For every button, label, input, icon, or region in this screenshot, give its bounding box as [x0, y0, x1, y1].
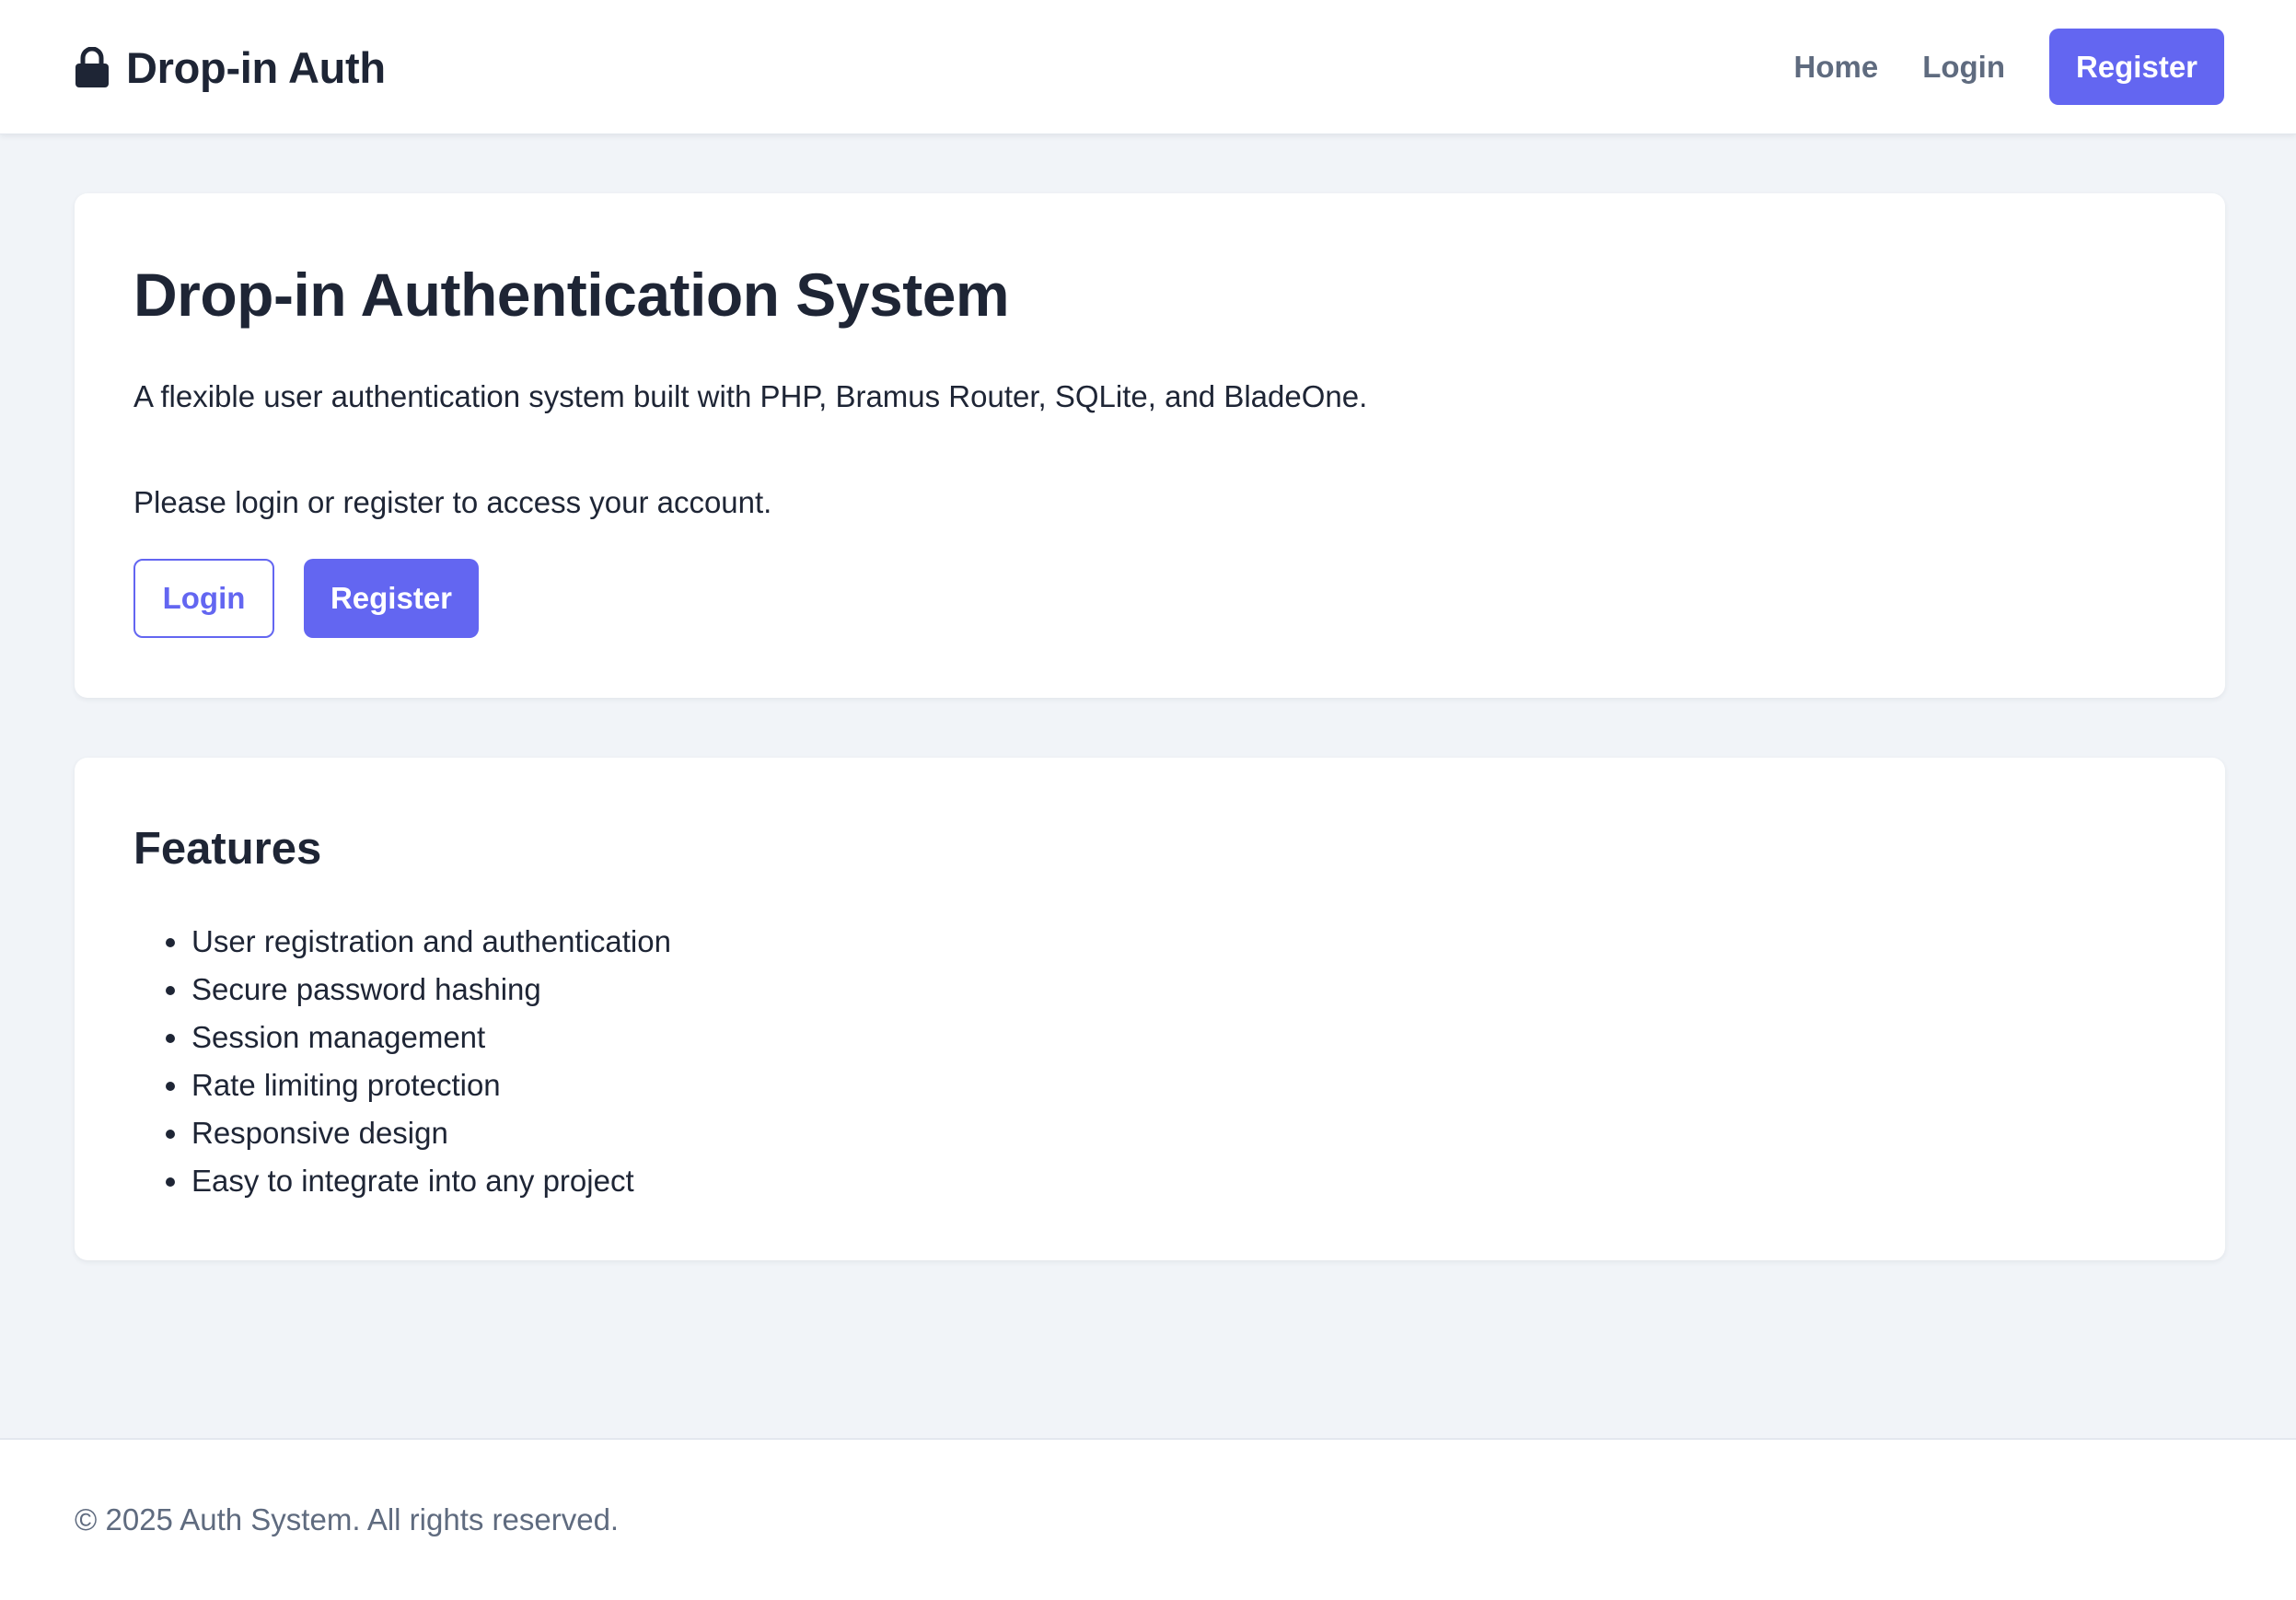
hero-description: A flexible user authentication system bu… [133, 379, 1368, 413]
page-title: Drop-in Authentication System [133, 261, 1010, 329]
feature-label: Secure password hashing [191, 972, 541, 1006]
register-button[interactable]: Register [304, 559, 479, 638]
feature-label: Responsive design [191, 1116, 448, 1150]
footer-copyright: © 2025 Auth System. All rights reserved. [75, 1502, 620, 1536]
feature-item: Easy to integrate into any project [133, 1157, 671, 1205]
feature-label: Session management [191, 1020, 486, 1054]
feature-label: Easy to integrate into any project [191, 1164, 634, 1198]
login-button[interactable]: Login [133, 559, 274, 638]
bullet-icon [166, 986, 175, 995]
bullet-icon [166, 1177, 175, 1187]
feature-item: Session management [133, 1014, 671, 1061]
feature-item: User registration and authentication [133, 918, 671, 966]
lock-icon [75, 47, 109, 87]
feature-item: Secure password hashing [133, 966, 671, 1014]
nav-home-link[interactable]: Home [1772, 50, 1901, 85]
bullet-icon [166, 938, 175, 947]
bullet-icon [166, 1034, 175, 1043]
navbar: Drop-in Auth Home Login Register [0, 0, 2296, 134]
footer: © 2025 Auth System. All rights reserved. [0, 1438, 2296, 1600]
nav-register-button[interactable]: Register [2049, 29, 2224, 105]
features-list: User registration and authentication Sec… [133, 918, 671, 1205]
feature-label: User registration and authentication [191, 924, 671, 958]
hero-prompt: Please login or register to access your … [133, 485, 772, 519]
nav-login-link[interactable]: Login [1900, 50, 2027, 85]
bullet-icon [166, 1130, 175, 1139]
brand-name: Drop-in Auth [126, 42, 386, 92]
bullet-icon [166, 1082, 175, 1091]
feature-item: Responsive design [133, 1109, 671, 1157]
nav-links: Home Login Register [1772, 29, 2224, 105]
feature-item: Rate limiting protection [133, 1061, 671, 1109]
feature-label: Rate limiting protection [191, 1068, 501, 1102]
brand-link[interactable]: Drop-in Auth [75, 37, 386, 98]
features-title: Features [133, 824, 322, 874]
